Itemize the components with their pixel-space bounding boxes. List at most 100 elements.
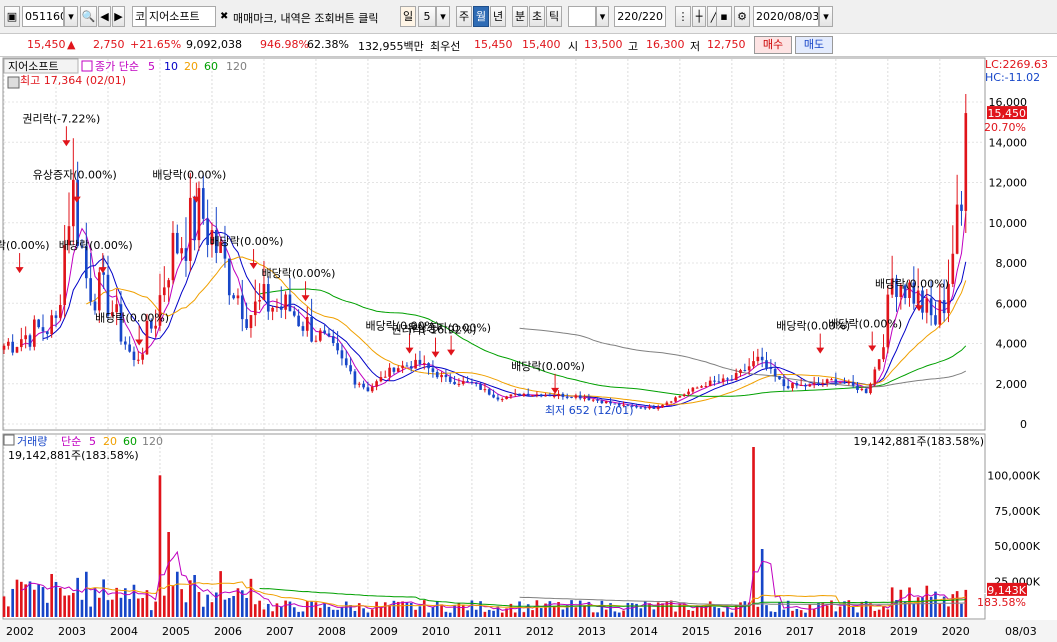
candle-body (15, 347, 19, 353)
volume-bar (89, 606, 92, 617)
candle-body (821, 383, 825, 385)
search-icon[interactable]: 🔍 (80, 6, 97, 27)
volume-tick-label: 50,000K (994, 540, 1040, 553)
settings-gear-icon[interactable]: ⚙ (734, 6, 750, 27)
sell-button[interactable]: 매도 (795, 36, 833, 54)
candle-body (249, 315, 253, 329)
candle-body (734, 373, 738, 381)
period-second-tab[interactable]: 초 (529, 6, 545, 27)
volume-bar (197, 592, 201, 617)
candle-body (669, 401, 673, 403)
interval-dropdown-icon[interactable]: ▾ (596, 6, 609, 27)
code-dropdown-icon[interactable]: ▾ (64, 6, 78, 27)
volume-bar (873, 610, 877, 617)
volume-bar (799, 610, 803, 617)
candle-body (782, 379, 786, 387)
volume-bar (210, 602, 214, 617)
volume-bar (617, 612, 621, 617)
candle-body (565, 396, 569, 398)
candle-body (396, 368, 400, 372)
next-stock-icon[interactable]: ▶ (112, 6, 125, 27)
candle-body (743, 370, 747, 372)
last-volume-pct: 183.58% (977, 596, 1026, 609)
volume-bar (752, 447, 755, 617)
volume-bar (171, 585, 175, 617)
trade-mark-notice[interactable]: 매매마크, 내역은 조회버튼 클릭 (233, 10, 379, 26)
save-icon[interactable]: ▪ (716, 6, 732, 27)
volume-bar (739, 602, 742, 617)
volume-bar (552, 605, 556, 617)
volume-bar (154, 601, 157, 617)
year-tick-label: 2018 (838, 625, 866, 638)
volume-bar (639, 608, 643, 617)
candle-body (656, 407, 660, 409)
vol-legend-ma5: 5 (89, 435, 96, 448)
volume-bar (539, 608, 543, 617)
candle-body (665, 402, 669, 405)
candle-body (773, 368, 777, 377)
event-label: 배당락(0.00%) (95, 312, 169, 325)
volume-bar (59, 587, 62, 617)
volume-bar (340, 607, 344, 617)
candle-body (687, 391, 690, 395)
volume-bar (596, 612, 599, 617)
price-legend-name: 지어소프트 (8, 60, 59, 73)
period-month-tab[interactable]: 월 (473, 6, 489, 27)
candle-body (730, 379, 734, 381)
volume-bar (427, 612, 430, 617)
candle-body (765, 360, 768, 368)
candle-body (535, 394, 539, 396)
candle-body (474, 382, 478, 384)
volume-bar (652, 609, 656, 617)
volume-bar (106, 600, 110, 617)
price-tick-label: 8,000 (996, 257, 1028, 270)
volume-bar (734, 605, 738, 617)
candle-body (422, 363, 426, 365)
volume-bar (7, 606, 10, 617)
high-label: 고 (628, 40, 639, 53)
prev-stock-icon[interactable]: ◀ (98, 6, 111, 27)
date-picker-dropdown-icon[interactable]: ▾ (819, 6, 833, 27)
drawing-tools-icon[interactable]: ⋮ (675, 6, 691, 27)
volume-bar (955, 591, 959, 617)
volume-bar (383, 602, 387, 617)
volume-bar (756, 606, 760, 617)
candle-body (253, 301, 257, 316)
candle-body (604, 401, 608, 404)
candle-body (513, 393, 517, 395)
period-value-select[interactable]: 5 (418, 6, 436, 27)
period-unit-button[interactable]: 일 (400, 6, 416, 27)
volume-bar (41, 587, 45, 617)
candle-body (197, 188, 201, 241)
candle-body (141, 354, 144, 360)
stock-chart[interactable]: 권리락(-7.22%) 유상증자(0.00%) 배당락(0.00%) 배당락(0.00… (0, 57, 1057, 642)
buy-button[interactable]: 매수 (754, 36, 792, 54)
candle-body (375, 381, 378, 387)
candle-body (652, 406, 656, 409)
low-label: 저 (690, 40, 701, 53)
crosshair-icon[interactable]: ┼ (692, 6, 706, 27)
date-field[interactable]: 2020/08/03 (753, 6, 819, 27)
volume-bar (46, 602, 49, 617)
stock-name-field[interactable]: 지어소프트 (146, 6, 216, 27)
candle-body (145, 320, 149, 355)
period-week-tab[interactable]: 주 (456, 6, 472, 27)
stock-code-input[interactable]: 051160 (22, 6, 64, 27)
period-tick-tab[interactable]: 틱 (546, 6, 562, 27)
volume-bar (444, 611, 448, 617)
data-count-field[interactable]: 220/220 (614, 6, 666, 27)
trade-amount: 132,955백만 (358, 40, 424, 53)
volume-bar (687, 609, 690, 617)
menu-icon[interactable]: ▣ (4, 6, 20, 27)
volume-bar (2, 596, 6, 617)
period-minute-tab[interactable]: 분 (512, 6, 528, 27)
volume-bar (947, 606, 950, 617)
volume-bar (674, 611, 677, 617)
candle-body (847, 381, 851, 384)
candle-body (288, 294, 292, 312)
volume-bar (721, 611, 725, 617)
period-year-tab[interactable]: 년 (490, 6, 506, 27)
price-tick-label: 6,000 (996, 297, 1028, 310)
interval-select[interactable] (568, 6, 596, 27)
period-value-dropdown-icon[interactable]: ▾ (436, 6, 450, 27)
